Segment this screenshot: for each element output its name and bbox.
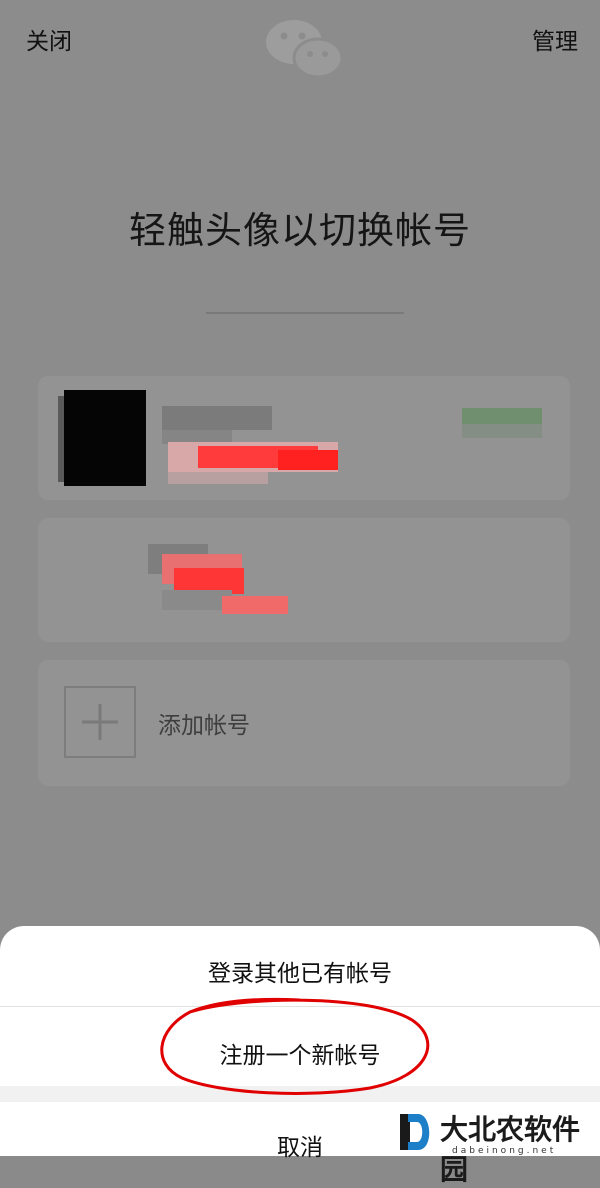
watermark: 大北农软件园 dabeinong.net — [398, 1108, 598, 1186]
account-card-other[interactable] — [38, 518, 570, 642]
plus-icon — [82, 704, 118, 740]
pixelated-name — [162, 406, 272, 430]
add-account-button[interactable]: 添加帐号 — [38, 660, 570, 786]
add-account-label: 添加帐号 — [158, 713, 250, 739]
manage-button[interactable]: 管理 — [532, 22, 578, 56]
divider — [206, 312, 404, 314]
red-annotation-circle — [160, 997, 430, 1095]
pixelated-id — [168, 472, 268, 484]
account-card-current[interactable] — [38, 376, 570, 500]
pixelated-id — [222, 596, 288, 614]
login-other-account-button[interactable]: 登录其他已有帐号 — [0, 954, 600, 988]
page-title: 轻触头像以切换帐号 — [129, 209, 471, 252]
close-button[interactable]: 关闭 — [26, 22, 72, 56]
wechat-logo-icon — [266, 20, 344, 79]
watermark-logo-icon — [400, 1114, 430, 1150]
watermark-domain: dabeinong.net — [452, 1146, 557, 1156]
pixelated-id — [278, 450, 338, 470]
pixelated-status-badge — [462, 424, 542, 438]
avatar[interactable] — [64, 390, 146, 486]
top-bar: 关闭 管理 — [0, 0, 600, 80]
pixelated-status-badge — [462, 408, 542, 424]
